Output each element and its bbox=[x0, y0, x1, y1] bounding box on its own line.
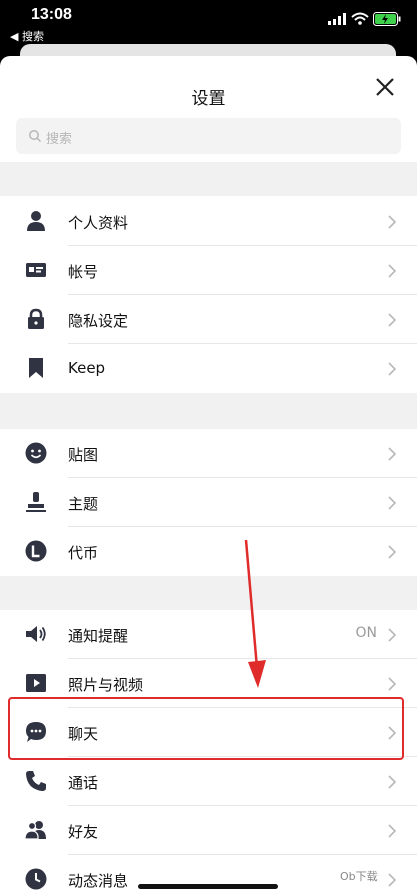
search-placeholder: 搜索 bbox=[46, 132, 73, 147]
settings-sheet: 设置 搜索 个人资料 帐号 隐私设定 Keep 贴图 主题 代币 通知提醒 ON… bbox=[0, 56, 417, 895]
status-time: 13:08 bbox=[31, 6, 72, 23]
chevron-right-icon bbox=[388, 215, 397, 229]
close-icon[interactable] bbox=[373, 75, 397, 99]
signal-icon bbox=[328, 13, 346, 25]
chevron-right-icon bbox=[388, 496, 397, 510]
chevron-right-icon bbox=[388, 362, 397, 376]
chevron-right-icon bbox=[388, 873, 397, 887]
bookmark-icon bbox=[29, 358, 43, 378]
coin-icon bbox=[25, 540, 47, 562]
id-card-icon bbox=[26, 263, 46, 277]
page-title: 设置 bbox=[191, 89, 226, 109]
chat-bubble-icon bbox=[26, 722, 46, 742]
search-icon bbox=[29, 130, 42, 143]
settings-row-privacy[interactable]: 隐私设定 bbox=[0, 295, 417, 344]
smiley-icon bbox=[25, 442, 47, 464]
settings-row-chats[interactable]: 聊天 bbox=[0, 708, 417, 757]
chevron-right-icon bbox=[388, 628, 397, 642]
settings-row-calls[interactable]: 通话 bbox=[0, 757, 417, 806]
home-indicator bbox=[138, 884, 278, 889]
chevron-right-icon bbox=[388, 726, 397, 740]
back-to-search-link[interactable]: ◀ 搜索 bbox=[10, 28, 44, 44]
settings-row-label: 个人资料 bbox=[68, 214, 129, 232]
section-divider bbox=[0, 576, 417, 610]
section-divider bbox=[0, 162, 417, 196]
settings-row-account[interactable]: 帐号 bbox=[0, 246, 417, 295]
settings-row-coins[interactable]: 代币 bbox=[0, 527, 417, 576]
speaker-icon bbox=[26, 626, 46, 642]
lock-icon bbox=[28, 308, 44, 329]
chevron-right-icon bbox=[388, 264, 397, 278]
play-icon bbox=[26, 674, 46, 692]
settings-row-label: 照片与视频 bbox=[68, 676, 144, 694]
settings-row-themes[interactable]: 主题 bbox=[0, 478, 417, 527]
settings-row-label: 通话 bbox=[68, 774, 99, 792]
chevron-right-icon bbox=[388, 545, 397, 559]
settings-row-label: 帐号 bbox=[68, 263, 99, 281]
chevron-right-icon bbox=[388, 677, 397, 691]
friends-icon bbox=[24, 821, 46, 840]
wifi-icon bbox=[351, 12, 369, 25]
clock-icon bbox=[25, 868, 47, 890]
settings-row-label: 通知提醒 bbox=[68, 627, 129, 645]
settings-row-friends[interactable]: 好友 bbox=[0, 806, 417, 855]
phone-icon bbox=[26, 771, 46, 791]
settings-row-label: 聊天 bbox=[68, 725, 99, 743]
settings-row-label: 隐私设定 bbox=[68, 312, 129, 330]
settings-row-stickers[interactable]: 贴图 bbox=[0, 429, 417, 478]
chevron-right-icon bbox=[388, 824, 397, 838]
settings-row-notifications[interactable]: 通知提醒 ON bbox=[0, 610, 417, 659]
settings-row-keep[interactable]: Keep bbox=[0, 344, 417, 393]
chevron-right-icon bbox=[388, 313, 397, 327]
watermark: Ob下载 bbox=[340, 870, 378, 883]
settings-row-label: 贴图 bbox=[68, 446, 99, 464]
settings-row-profile[interactable]: 个人资料 bbox=[0, 197, 417, 246]
settings-row-photos-videos[interactable]: 照片与视频 bbox=[0, 659, 417, 708]
chevron-right-icon bbox=[388, 775, 397, 789]
settings-row-label: 代币 bbox=[68, 544, 99, 562]
search-input[interactable]: 搜索 bbox=[16, 118, 401, 154]
section-divider bbox=[0, 393, 417, 429]
settings-row-label: 主题 bbox=[68, 495, 99, 513]
person-icon bbox=[27, 211, 45, 231]
settings-row-label: Keep bbox=[68, 359, 106, 377]
chevron-right-icon bbox=[388, 447, 397, 461]
settings-row-label: 好友 bbox=[68, 823, 99, 841]
status-bar: 13:08 ◀ 搜索 bbox=[0, 0, 417, 48]
settings-row-label: 动态消息 bbox=[68, 872, 129, 890]
notifications-status-value: ON bbox=[355, 625, 378, 641]
battery-charging-icon bbox=[373, 12, 401, 26]
stamp-icon bbox=[26, 492, 46, 512]
